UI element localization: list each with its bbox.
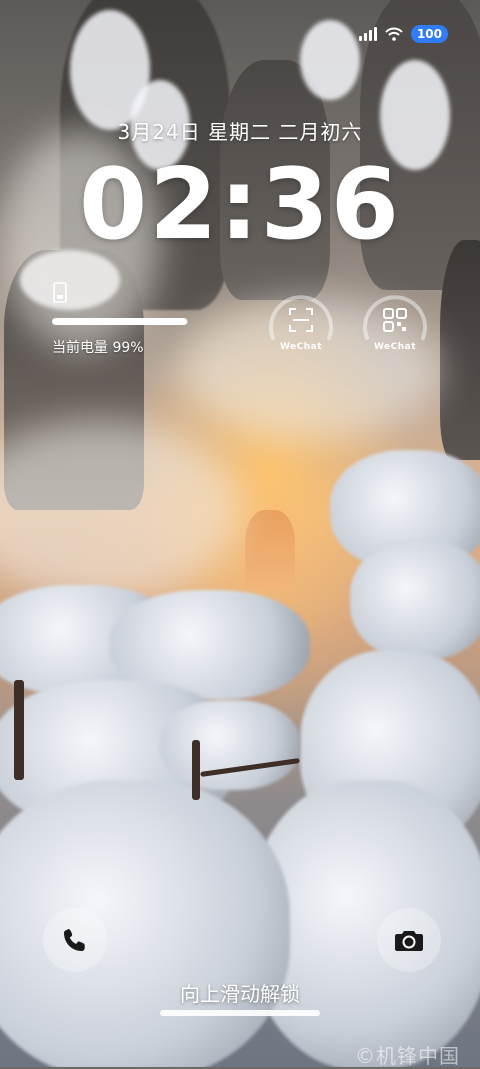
phone-icon bbox=[64, 929, 85, 951]
phone-battery-icon bbox=[53, 282, 67, 303]
widget-label: WeChat bbox=[279, 342, 323, 352]
signal-icon bbox=[358, 27, 377, 41]
wechat-qr-widget[interactable]: WeChat bbox=[359, 288, 431, 358]
battery-progress-fill bbox=[52, 318, 187, 325]
battery-widget[interactable]: 当前电量 99% bbox=[52, 282, 202, 357]
watermark: ©机锋中国 bbox=[355, 1044, 460, 1068]
battery-label: 当前电量 99% bbox=[52, 340, 144, 356]
wechat-scan-widget[interactable]: WeChat bbox=[265, 288, 337, 358]
swipe-unlock-hint: 向上滑动解锁 bbox=[180, 982, 300, 1006]
status-bar: 100 bbox=[358, 20, 448, 48]
camera-icon bbox=[395, 931, 423, 951]
wifi-icon bbox=[385, 27, 403, 41]
home-indicator[interactable] bbox=[160, 1010, 320, 1016]
qr-code-icon bbox=[383, 308, 407, 332]
battery-progress-bar bbox=[52, 318, 188, 325]
battery-level-badge: 100 bbox=[410, 25, 448, 43]
widget-label: WeChat bbox=[373, 342, 417, 352]
scan-icon bbox=[289, 308, 313, 332]
clock: 02:36 bbox=[79, 148, 401, 262]
camera-shortcut-button[interactable] bbox=[377, 908, 441, 972]
date-line: 3月24日 星期二 二月初六 bbox=[117, 120, 363, 144]
phone-shortcut-button[interactable] bbox=[43, 908, 107, 972]
